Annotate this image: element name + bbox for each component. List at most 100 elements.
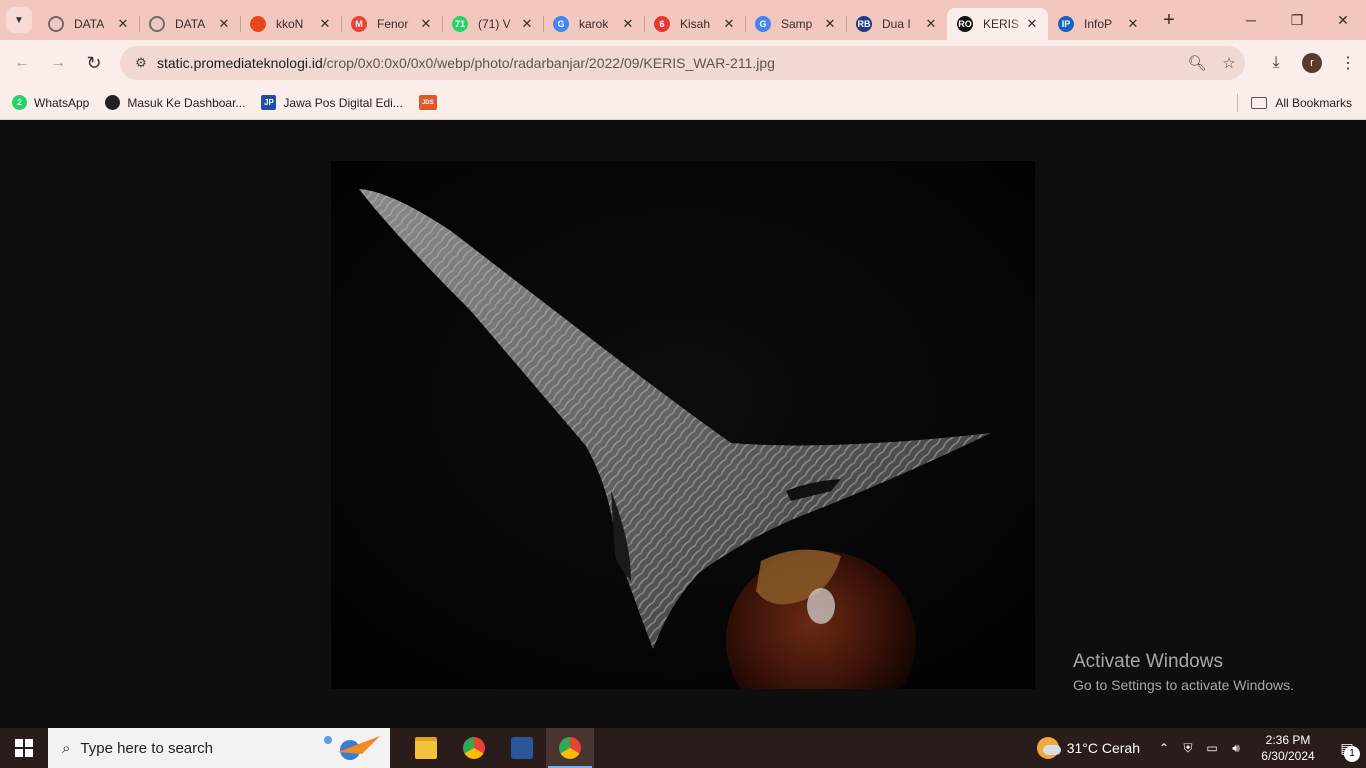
- close-tab-icon[interactable]: ✕: [923, 16, 939, 32]
- globe-icon: [105, 95, 121, 110]
- address-bar[interactable]: ⚙ static.promediateknologi.id/crop/0x0:0…: [120, 46, 1245, 80]
- all-bookmarks-label: All Bookmarks: [1275, 96, 1352, 110]
- plus-icon: +: [1163, 8, 1175, 31]
- tab-search-button[interactable]: ▼: [6, 7, 32, 33]
- tab-10[interactable]: RO KERIS ✕: [947, 8, 1048, 40]
- network-icon[interactable]: ▭: [1200, 741, 1224, 755]
- close-window-icon[interactable]: ✕: [1320, 0, 1366, 40]
- ip-icon: IP: [1058, 16, 1074, 32]
- taskbar-app-file-explorer[interactable]: [402, 728, 450, 768]
- search-highlight-icon: [324, 736, 380, 760]
- reload-icon: ↻: [86, 52, 102, 73]
- close-tab-icon[interactable]: ✕: [620, 16, 636, 32]
- tab-7[interactable]: 6 Kisah ✕: [644, 8, 745, 40]
- tab-5[interactable]: 71 (71) V ✕: [442, 8, 543, 40]
- globe-icon: [149, 16, 165, 32]
- weather-widget[interactable]: 31°C Cerah: [1036, 737, 1140, 759]
- tab-title: karok: [579, 17, 609, 31]
- chevron-down-icon: ▼: [14, 14, 24, 26]
- security-icon[interactable]: ⛨: [1176, 741, 1200, 756]
- tab-8[interactable]: G Samp ✕: [745, 8, 846, 40]
- watermark-subtitle: Go to Settings to activate Windows.: [1073, 677, 1294, 693]
- profile-avatar[interactable]: r: [1302, 53, 1322, 73]
- omnibox-actions: 🔍︎ ☆: [1181, 46, 1245, 80]
- close-tab-icon[interactable]: ✕: [115, 16, 131, 32]
- chrome-profile-icon: [559, 737, 581, 759]
- start-button[interactable]: [0, 728, 48, 768]
- close-tab-icon[interactable]: ✕: [216, 16, 232, 32]
- reload-button[interactable]: ↻: [76, 45, 112, 81]
- bookmark-item[interactable]: 2 WhatsApp: [12, 95, 89, 110]
- url-text[interactable]: static.promediateknologi.id/crop/0x0:0x0…: [157, 55, 775, 71]
- restore-icon[interactable]: ❐: [1274, 0, 1320, 40]
- close-tab-icon[interactable]: ✕: [519, 16, 535, 32]
- tab-6[interactable]: Gkarok ✕: [543, 8, 644, 40]
- bookmark-item[interactable]: Masuk Ke Dashboar...: [105, 95, 245, 110]
- google-icon: G: [755, 16, 771, 32]
- download-icon[interactable]: ⤓: [1258, 54, 1294, 72]
- whatsapp-icon: 2: [12, 95, 27, 110]
- gmail-icon: M: [351, 16, 367, 32]
- tab-title: Fenor: [377, 17, 409, 31]
- watermark-title: Activate Windows: [1073, 651, 1223, 672]
- bookmark-label: Masuk Ke Dashboar...: [127, 95, 246, 110]
- windows-activation-watermark: Activate Windows Go to Settings to activ…: [1073, 651, 1294, 693]
- back-button[interactable]: ←: [4, 45, 40, 81]
- taskbar-apps: [402, 728, 594, 768]
- close-tab-icon[interactable]: ✕: [1024, 16, 1040, 32]
- zoom-icon[interactable]: 🔍︎: [1181, 54, 1213, 72]
- taskbar-app-word[interactable]: [498, 728, 546, 768]
- toolbar-actions: ⤓ r ⋮: [1258, 45, 1366, 81]
- keris-photo[interactable]: [331, 161, 1035, 689]
- volume-icon[interactable]: 🔊︎: [1224, 741, 1248, 756]
- clock-date: 6/30/2024: [1261, 749, 1315, 763]
- close-tab-icon[interactable]: ✕: [418, 16, 434, 32]
- url-path: /crop/0x0:0x0/0x0/webp/photo/radarbanjar…: [322, 55, 775, 71]
- bookmarks-separator: [1237, 94, 1238, 112]
- taskbar-app-chrome-profile[interactable]: [546, 728, 594, 768]
- all-bookmarks-button[interactable]: All Bookmarks: [1251, 86, 1352, 120]
- clock[interactable]: 2:36 PM 6/30/2024: [1254, 732, 1322, 764]
- close-tab-icon[interactable]: ✕: [721, 16, 737, 32]
- menu-icon[interactable]: ⋮: [1330, 53, 1366, 73]
- bookmark-item[interactable]: JDS: [418, 95, 444, 110]
- windows-logo-icon: [15, 739, 33, 757]
- taskbar-app-chrome[interactable]: [450, 728, 498, 768]
- folder-icon: [1251, 97, 1268, 109]
- tab-1[interactable]: DATA ✕: [38, 8, 139, 40]
- jds-icon: JDS: [418, 95, 437, 110]
- bookmark-star-icon[interactable]: ☆: [1213, 54, 1245, 72]
- tab-title: Dua I: [882, 17, 911, 31]
- tab-11[interactable]: IP InfoP ✕: [1048, 8, 1149, 40]
- arrow-right-icon: →: [50, 54, 66, 71]
- search-icon: ⌕: [62, 739, 71, 757]
- tab-title: kkoN: [276, 17, 304, 31]
- forward-button[interactable]: →: [40, 45, 76, 81]
- bookmarks-bar: 2 WhatsApp Masuk Ke Dashboar... JP Jawa Pos …: [0, 86, 1366, 120]
- close-tab-icon[interactable]: ✕: [822, 16, 838, 32]
- chrome-icon: [463, 737, 485, 759]
- ro-icon: RO: [957, 16, 973, 32]
- globe-icon: [48, 16, 64, 32]
- new-tab-button[interactable]: +: [1155, 6, 1183, 34]
- tab-title: (71) V: [478, 17, 511, 31]
- site-info-icon[interactable]: ⚙: [126, 55, 156, 71]
- jp-icon: JP: [261, 95, 277, 110]
- notification-center-button[interactable]: ▤ 1: [1328, 728, 1366, 768]
- chevron-up-icon[interactable]: ⌃: [1152, 741, 1176, 755]
- taskbar-search-box[interactable]: ⌕ Type here to search: [48, 728, 390, 768]
- tab-3[interactable]: kkoN ✕: [240, 8, 341, 40]
- close-tab-icon[interactable]: ✕: [1125, 16, 1141, 32]
- url-domain: static.promediateknologi.id: [157, 55, 323, 71]
- clock-time: 2:36 PM: [1265, 733, 1311, 747]
- flame-icon: [250, 16, 266, 32]
- tab-2[interactable]: DATA ✕: [139, 8, 240, 40]
- close-tab-icon[interactable]: ✕: [317, 16, 333, 32]
- window-controls: ─ ❐ ✕: [1228, 0, 1366, 40]
- tab-title: DATA: [175, 17, 206, 31]
- minimize-icon[interactable]: ─: [1228, 0, 1274, 40]
- tab-9[interactable]: RB Dua I ✕: [846, 8, 947, 40]
- bookmark-item[interactable]: JP Jawa Pos Digital Edi...: [261, 95, 403, 110]
- weather-icon: [1036, 737, 1061, 759]
- tab-4[interactable]: M Fenor ✕: [341, 8, 442, 40]
